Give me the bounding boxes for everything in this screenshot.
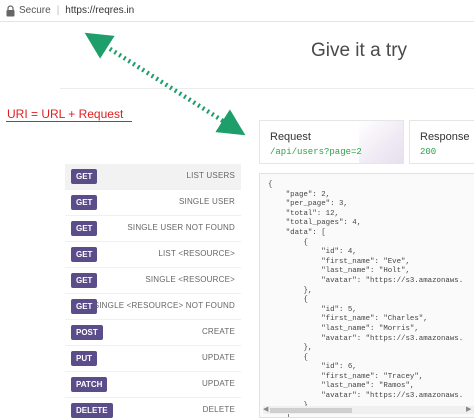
response-body-panel[interactable]: { "page": 2, "per_page": 3, "total": 12,…: [259, 173, 474, 418]
endpoint-list: GET LIST USERS GET SINGLE USER GET SINGLE USE…: [65, 164, 241, 418]
endpoint-label: SINGLE <RESOURCE> NOT FOUND: [93, 301, 235, 310]
endpoint-label: UPDATE: [201, 353, 235, 362]
uri-annotation-underline: [6, 121, 132, 122]
endpoint-item[interactable]: PATCH UPDATE: [65, 372, 241, 398]
endpoint-item[interactable]: POST CREATE: [65, 320, 241, 346]
url-text[interactable]: https://reqres.in: [65, 5, 134, 16]
endpoint-item[interactable]: PUT UPDATE: [65, 346, 241, 372]
request-url: /api/users?page=2: [270, 147, 362, 157]
endpoint-item[interactable]: GET SINGLE <RESOURCE>: [65, 268, 241, 294]
page-title: Give it a try: [310, 40, 408, 61]
lock-icon: [6, 4, 15, 16]
method-badge: GET: [71, 169, 98, 184]
method-badge: PATCH: [71, 377, 108, 392]
endpoint-item[interactable]: GET LIST USERS: [65, 164, 241, 190]
endpoint-item[interactable]: GET SINGLE <RESOURCE> NOT FOUND: [65, 294, 241, 320]
endpoint-label: SINGLE <RESOURCE>: [145, 275, 235, 284]
endpoint-item[interactable]: DELETE DELETE: [65, 398, 241, 418]
endpoint-label: UPDATE: [201, 379, 235, 388]
endpoint-label: SINGLE USER NOT FOUND: [127, 223, 235, 232]
scroll-right-icon[interactable]: ▶: [466, 405, 471, 413]
endpoint-label: LIST USERS: [186, 171, 235, 180]
endpoint-item[interactable]: GET LIST <RESOURCE>: [65, 242, 241, 268]
watermark-decoration: [359, 121, 403, 163]
endpoint-item[interactable]: GET SINGLE USER NOT FOUND: [65, 216, 241, 242]
endpoint-label: SINGLE USER: [179, 197, 235, 206]
secure-label: Secure: [19, 5, 51, 16]
uri-annotation-label: URI = URL + Request: [7, 107, 124, 121]
response-status: 200: [420, 147, 437, 157]
endpoint-label: DELETE: [202, 405, 235, 414]
method-badge: GET: [71, 221, 98, 236]
request-heading: Request: [270, 131, 311, 143]
scrollbar-thumb[interactable]: [270, 408, 352, 413]
response-box: Response 200: [409, 120, 474, 164]
method-badge: GET: [71, 195, 98, 210]
method-badge: POST: [71, 325, 103, 340]
method-badge: GET: [71, 273, 98, 288]
response-heading: Response: [420, 131, 470, 143]
response-body: { "page": 2, "per_page": 3, "total": 12,…: [268, 181, 464, 418]
divider: [60, 88, 474, 89]
request-box: Request /api/users?page=2: [259, 120, 404, 164]
url-separator: |: [56, 5, 60, 16]
endpoint-label: LIST <RESOURCE>: [158, 249, 235, 258]
scroll-left-icon[interactable]: ◀: [263, 405, 268, 413]
address-bar[interactable]: Secure | https://reqres.in: [0, 0, 474, 22]
method-badge: DELETE: [71, 403, 113, 418]
endpoint-label: CREATE: [201, 327, 235, 336]
method-badge: PUT: [71, 351, 97, 366]
endpoint-item[interactable]: GET SINGLE USER: [65, 190, 241, 216]
method-badge: GET: [71, 247, 98, 262]
